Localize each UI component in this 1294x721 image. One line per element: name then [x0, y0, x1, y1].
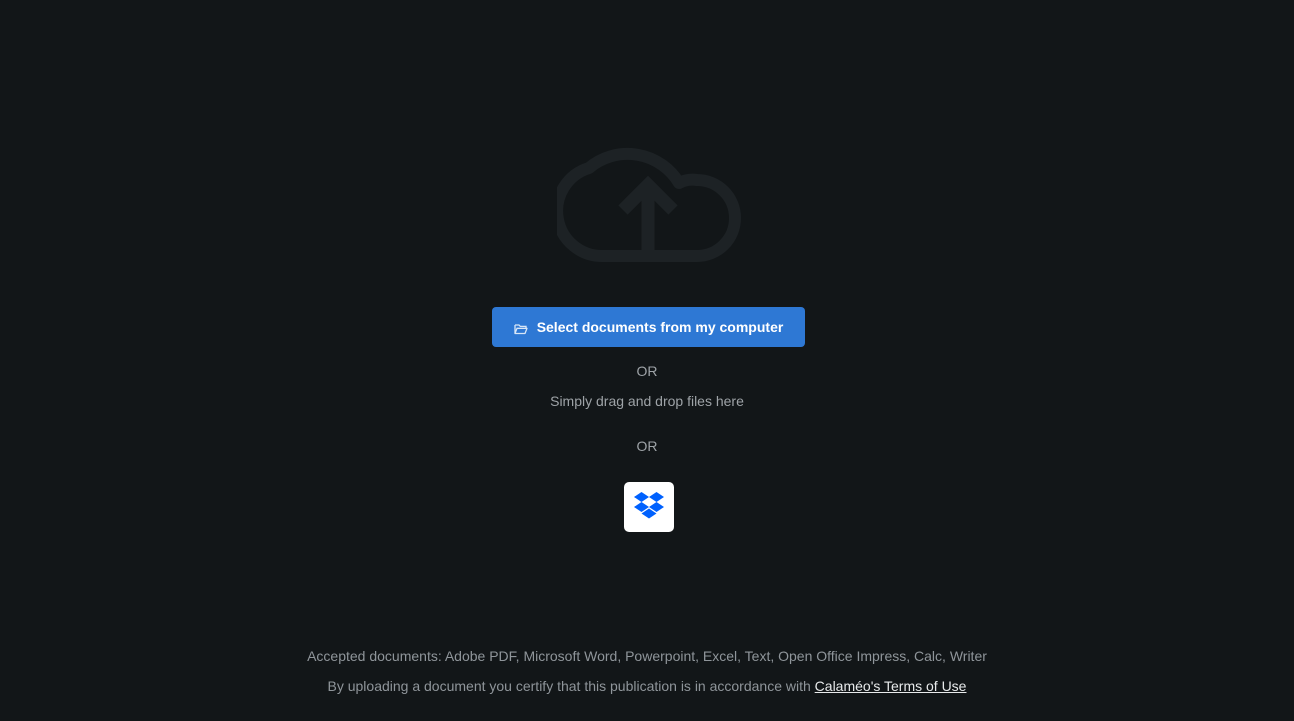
select-documents-label: Select documents from my computer [536, 319, 784, 335]
accepted-documents-text: Accepted documents: Adobe PDF, Microsoft… [307, 648, 987, 664]
folder-open-icon [514, 322, 528, 335]
dropbox-button[interactable] [624, 482, 674, 532]
cloud-upload-icon [557, 128, 741, 266]
terms-certify-text: By uploading a document you certify that… [0, 678, 1294, 694]
dropbox-icon [634, 491, 664, 524]
or-separator: OR [636, 438, 658, 454]
certify-text: By uploading a document you certify that… [327, 678, 815, 694]
or-separator: OR [636, 363, 658, 379]
terms-of-use-link[interactable]: Calaméo's Terms of Use [815, 678, 967, 694]
upload-drop-zone[interactable]: Select documents from my computer OR Sim… [0, 0, 1294, 721]
drag-drop-hint: Simply drag and drop files here [550, 393, 744, 409]
select-documents-button[interactable]: Select documents from my computer [492, 307, 805, 347]
